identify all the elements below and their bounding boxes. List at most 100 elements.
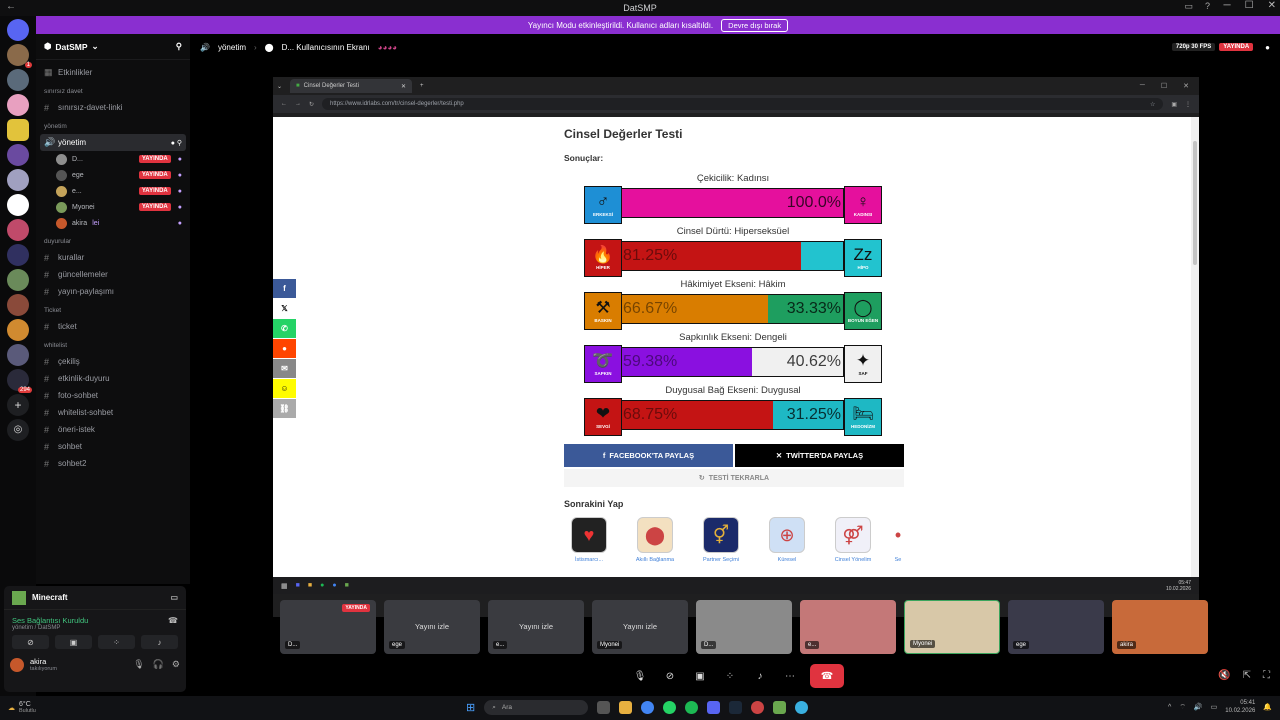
chrome-icon[interactable] [641,701,655,714]
browser-tab[interactable]: ■ Cinsel Değerler Testi ✕ [290,79,413,93]
volume-icon[interactable]: 🔊 [1194,703,1203,711]
add-server-icon[interactable]: + [7,394,29,416]
inbox-icon[interactable]: ▭ [1184,1,1193,12]
participant-tile[interactable]: Yayını izle Myonei [592,600,688,654]
tab-search-icon[interactable]: ⌄ [277,83,282,90]
server-icon[interactable] [7,219,29,241]
channel-item[interactable]: # yayın-paylaşımı [36,283,190,300]
close-icon[interactable]: ✕ [1183,82,1189,90]
close-tab-icon[interactable]: ✕ [401,83,406,90]
channel-item[interactable]: # foto-sohbet [36,387,190,404]
spotify-icon[interactable] [685,701,699,714]
next-test-card[interactable]: ⚤ Cinsel Yönelim [828,517,878,563]
participant-tile[interactable]: ege [1008,600,1104,654]
tray-chevron-icon[interactable]: ^ [1168,704,1171,711]
camera-off-icon[interactable]: ⊘ [660,668,680,684]
soundboard-icon[interactable]: ♪ [750,668,770,684]
whatsapp-icon[interactable]: ✆ [273,319,296,338]
fullscreen-icon[interactable]: ⛶ [1263,670,1270,681]
channel-item[interactable]: # etkinlik-duyuru [36,370,190,387]
task-view-icon[interactable] [597,701,611,714]
server-icon[interactable] [7,269,29,291]
network-icon[interactable]: ⌔ [1179,703,1186,712]
next-test-card[interactable]: • Se [894,517,902,563]
server-icon[interactable] [7,344,29,366]
voice-user[interactable]: Myonei YAYINDA ● [36,199,190,215]
voice-channel-admin[interactable]: 🔊 yönetim ● ⚲ [40,134,186,151]
channel-item[interactable]: # öneri-istek [36,421,190,438]
server-icon[interactable]: 294 [7,369,32,393]
next-test-card[interactable]: ⬤ Akıllı Bağlanma [630,517,680,563]
retry-test-button[interactable]: ↻ TESTİ TEKRARLA [564,469,904,487]
next-test-card[interactable]: ♥ İstismarcı... [564,517,614,563]
volume-mute-icon[interactable]: 🔇 [1218,670,1230,681]
menu-dots-icon[interactable]: ⋮ [1185,101,1191,108]
avatar[interactable] [10,657,24,672]
voice-user[interactable]: D... YAYINDA ● [36,151,190,167]
activities-icon[interactable]: ⁘ [720,668,740,684]
system-clock[interactable]: 05:41 10.02.2026 [1225,699,1255,715]
minimize-icon[interactable]: ─ [1140,82,1145,90]
channel-item[interactable]: # sohbet2 [36,455,190,472]
back-arrow-icon[interactable]: ← [6,1,16,12]
notifications-icon[interactable]: 🔔 [1263,703,1272,711]
viewer-avatars[interactable]: ◕◕◕◕ [378,43,397,52]
back-icon[interactable]: ← [281,101,287,107]
battery-icon[interactable]: ▭ [1211,703,1218,711]
category-admin[interactable]: yönetim [36,119,190,134]
next-test-card[interactable]: ⊕ Küresel [762,517,812,563]
close-icon[interactable]: ✕ [1268,0,1276,11]
forward-icon[interactable]: → [295,101,301,107]
page-scrollbar[interactable] [1191,117,1199,577]
chat-bubble-icon[interactable]: ● [1265,43,1270,52]
participant-tile[interactable]: D... [696,600,792,654]
server-icon[interactable] [7,169,29,191]
next-test-card[interactable]: ⚥ Partner Seçimi [696,517,746,563]
voice-user[interactable]: ege YAYINDA ● [36,167,190,183]
voice-user[interactable]: e... YAYINDA ● [36,183,190,199]
soundboard-button[interactable]: ♪ [141,635,178,649]
disable-streamer-mode-button[interactable]: Devre dışı bırak [721,18,789,32]
discord-icon[interactable] [707,701,721,714]
minecraft-icon[interactable] [773,701,787,714]
watch-stream-label[interactable]: Yayını izle [488,622,584,631]
channel-invite-link[interactable]: # sınırsız-davet-linki [36,99,190,116]
taskbar-search[interactable]: ⌕ Ara [484,700,589,715]
screen-share-button[interactable]: ▣ [55,635,92,649]
channel-item[interactable]: # sohbet [36,438,190,455]
server-icon[interactable] [7,69,29,91]
watch-stream-label[interactable]: Yayını izle [384,622,480,631]
address-bar[interactable]: https://www.idrlabs.com/tr/cinsel-degerl… [322,98,1164,110]
chat-icon[interactable]: ● ⚲ [171,139,182,147]
facebook-icon[interactable]: f [273,279,296,298]
mic-icon[interactable]: 🎙 [133,659,144,670]
whatsapp-icon[interactable] [663,701,677,714]
activity-icon[interactable]: ▭ [170,593,178,602]
channel-ticket[interactable]: # ticket [36,318,190,335]
channel-item[interactable]: # whitelist-sohbet [36,404,190,421]
new-tab-icon[interactable]: + [420,83,424,89]
email-icon[interactable]: ✉ [273,359,296,378]
maximize-icon[interactable]: ☐ [1245,0,1254,11]
disconnect-icon[interactable]: ☎ [168,616,178,625]
guild-header[interactable]: ⬢ DatSMP ⌄ ⚲ [36,34,190,60]
x-twitter-icon[interactable]: 𝕏 [273,299,296,318]
share-facebook-button[interactable]: f FACEBOOK'TA PAYLAŞ [564,444,733,467]
screen-share-icon[interactable]: ▣ [690,668,710,684]
participant-tile[interactable]: Myonei [904,600,1000,654]
channel-item[interactable]: # çekiliş [36,353,190,370]
category-ticket[interactable]: Ticket [36,303,190,318]
edge-icon[interactable] [795,701,809,714]
server-icon[interactable]: 1 [7,44,32,68]
minimize-icon[interactable]: ─ [1224,0,1231,11]
more-options-icon[interactable]: ⋯ [780,668,800,684]
reload-icon[interactable]: ↻ [309,101,314,108]
discord-home-icon[interactable] [7,19,29,41]
activity-game[interactable]: Minecraft ▭ [4,586,186,610]
steam-icon[interactable] [729,701,743,714]
app-icon[interactable] [751,701,765,714]
weather-widget[interactable]: ☁ 6°C Bulutlu [0,701,36,715]
headphones-icon[interactable]: 🎧 [153,659,164,670]
server-icon[interactable] [7,144,29,166]
popout-icon[interactable]: ⇱ [1243,670,1251,681]
